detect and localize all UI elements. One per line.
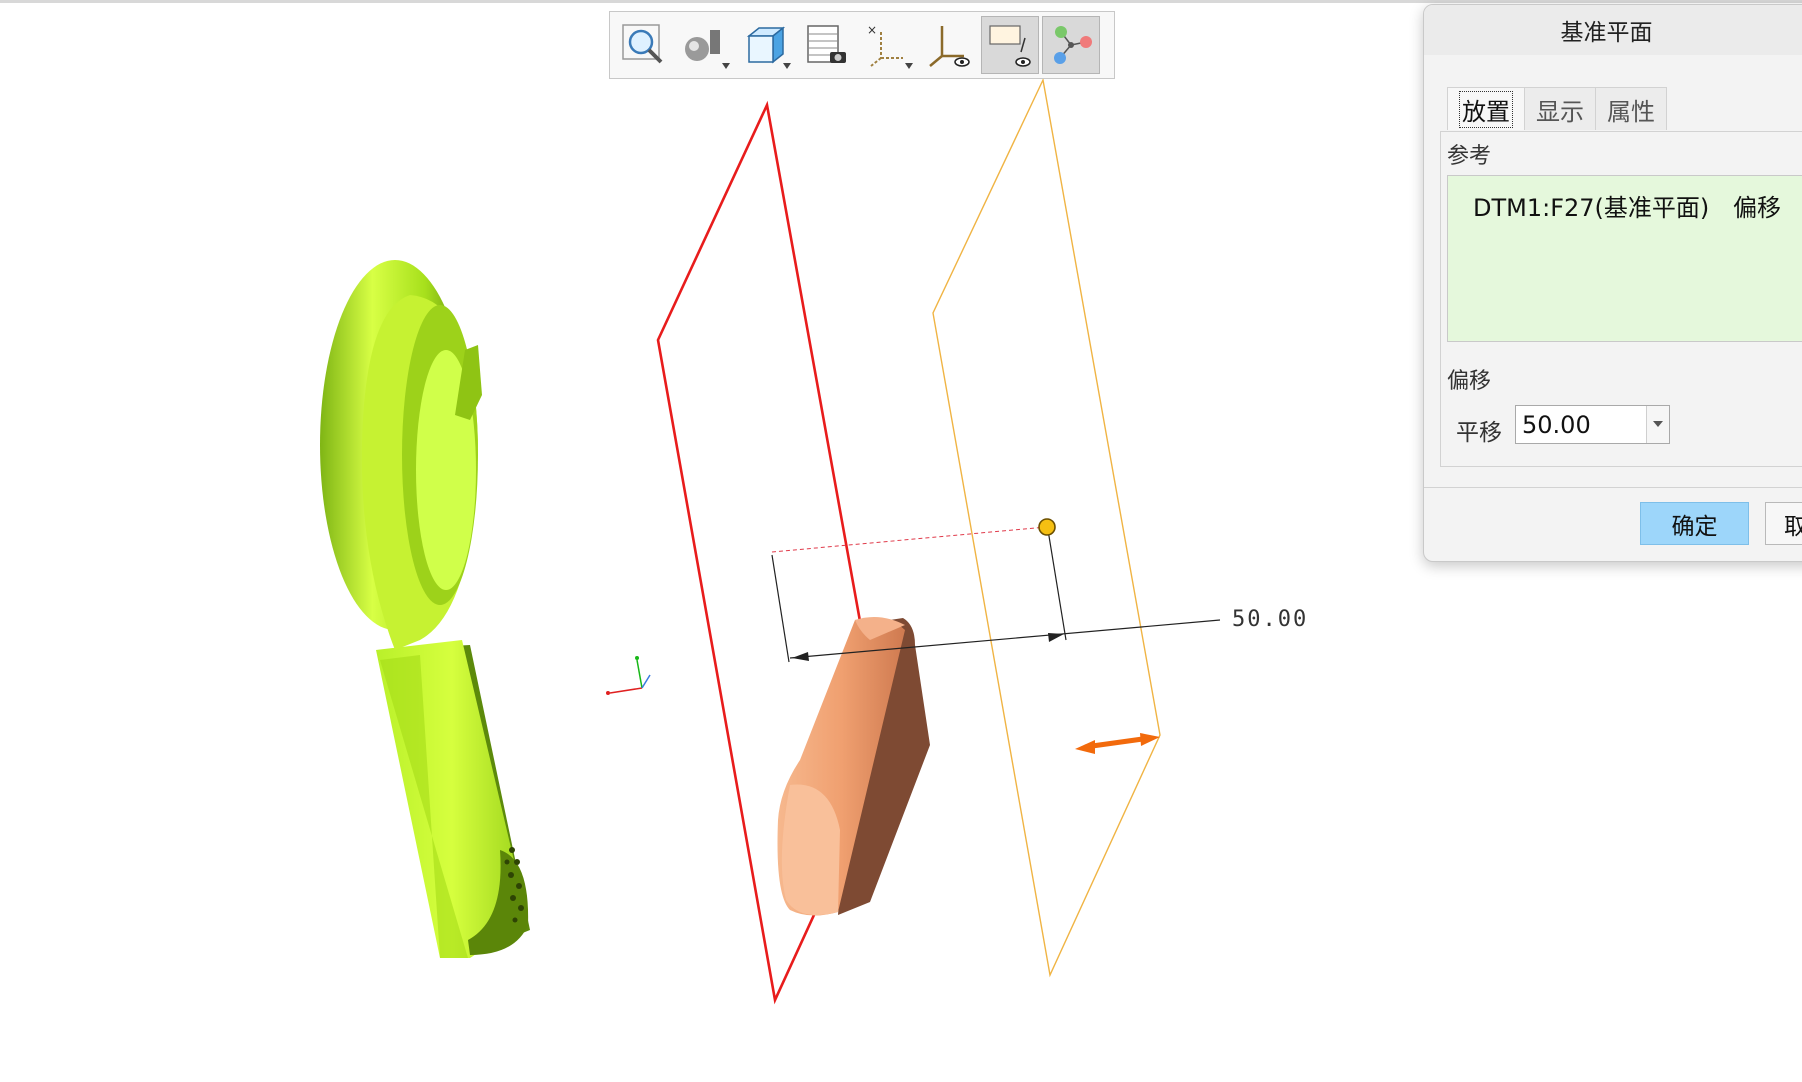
display-filter-button[interactable] — [981, 16, 1039, 74]
translation-input[interactable] — [1516, 406, 1658, 443]
translation-label: 平移 — [1456, 420, 1502, 446]
dimension-witness-right — [1047, 529, 1067, 641]
translation-combo[interactable] — [1515, 405, 1670, 444]
tab-placement-label: 放置 — [1459, 90, 1513, 128]
offset-label: 偏移 — [1447, 369, 1492, 394]
references-label: 参考 — [1447, 144, 1492, 169]
drag-handle[interactable] — [1038, 518, 1056, 536]
dimension-value[interactable]: 50.00 — [1232, 607, 1308, 632]
coordinate-triad — [606, 656, 651, 695]
coordinate-system-icon — [929, 26, 970, 67]
green-wrench-part[interactable] — [320, 260, 530, 958]
coordinate-system-button[interactable] — [920, 16, 978, 74]
display-filter-icon — [989, 25, 1031, 67]
zoom-icon — [622, 24, 663, 64]
reference-item-name[interactable]: DTM1:F27(基准平面) — [1473, 188, 1709, 223]
zoom-button[interactable] — [615, 16, 673, 74]
tab-placement[interactable]: 放置 — [1447, 87, 1525, 130]
saved-views-button[interactable] — [798, 16, 856, 74]
plane-direction-arrow[interactable] — [1075, 733, 1160, 754]
graph-button[interactable] — [1042, 16, 1100, 74]
cancel-button[interactable]: 取消 — [1765, 502, 1802, 545]
graphics-toolbar: × — [609, 11, 1115, 79]
datum-points-button[interactable]: × — [859, 16, 917, 74]
dialog-title[interactable]: 基准平面 — [1424, 5, 1802, 55]
datum-plane-dialog: 基准平面 放置 显示 属性 参考 DTM1:F27(基准平面) 偏移 偏移 平移… — [1423, 4, 1802, 562]
translation-dropdown-button[interactable] — [1646, 406, 1669, 443]
dimension-arrow-left — [792, 652, 809, 661]
tab-display[interactable]: 显示 — [1524, 87, 1596, 130]
tab-properties[interactable]: 属性 — [1595, 87, 1667, 130]
shading-button[interactable] — [676, 16, 734, 74]
reference-constraint-select[interactable]: 偏移 — [1733, 188, 1781, 223]
saved-views-icon — [807, 25, 846, 63]
dimension-dashed-line — [771, 526, 1047, 553]
dimension-arrow-right — [1048, 633, 1064, 642]
references-list[interactable]: DTM1:F27(基准平面) 偏移 — [1447, 175, 1802, 342]
svg-text:×: × — [867, 23, 877, 37]
view-box-button[interactable] — [737, 16, 795, 74]
copper-part[interactable] — [777, 616, 931, 916]
dimension-witness-left — [771, 554, 790, 663]
ok-button[interactable]: 确定 — [1640, 502, 1749, 545]
dialog-tabs: 放置 显示 属性 — [1447, 87, 1667, 131]
dialog-separator — [1424, 487, 1802, 488]
graph-icon — [1054, 26, 1092, 64]
